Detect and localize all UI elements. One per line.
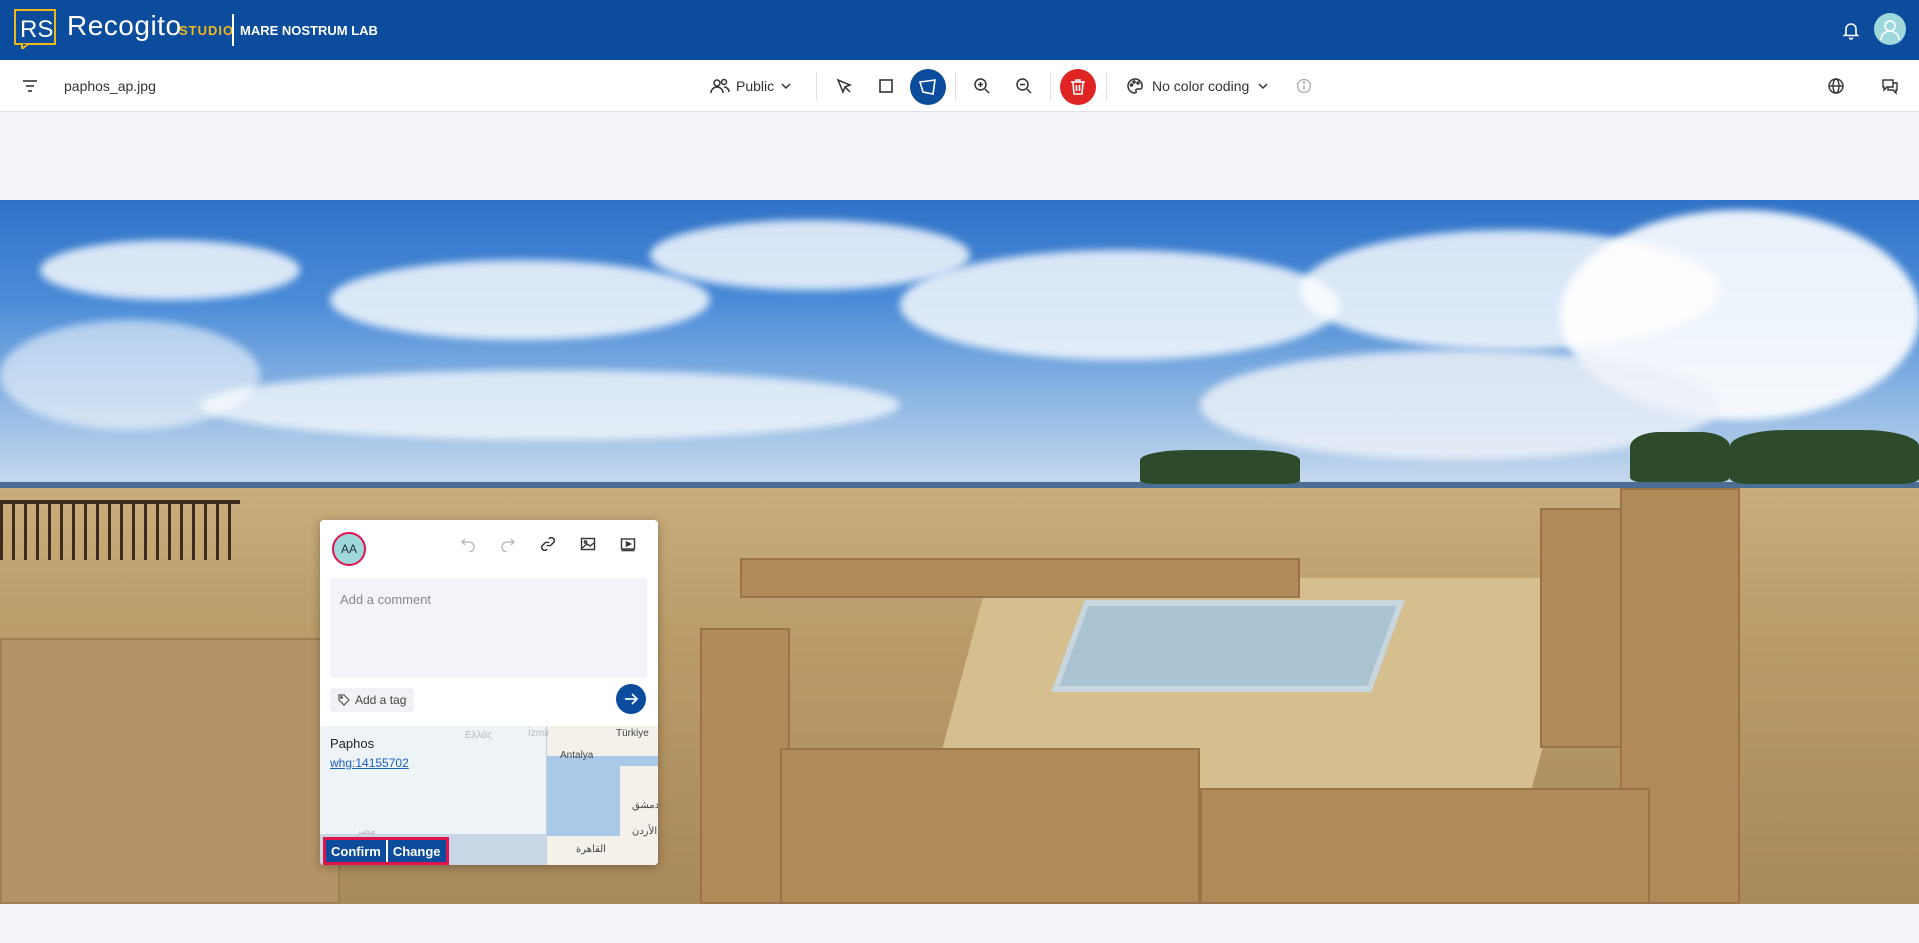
- toolbar-divider: [955, 72, 956, 100]
- add-tag-button[interactable]: Add a tag: [330, 688, 415, 712]
- image-canvas[interactable]: [0, 200, 1919, 904]
- place-gazetteer-link[interactable]: whg:14155702: [330, 756, 409, 770]
- zoom-out-icon[interactable]: [1012, 74, 1036, 98]
- pointer-icon[interactable]: [832, 74, 856, 98]
- info-icon[interactable]: [1292, 74, 1316, 98]
- user-avatar-icon[interactable]: [1874, 13, 1906, 45]
- brand-studio: STUDIO: [179, 23, 235, 38]
- annotator-avatar: AA: [332, 532, 366, 566]
- wooden-bridge: [0, 500, 240, 560]
- marble-pool: [1051, 600, 1405, 692]
- chevron-down-icon: [1257, 82, 1269, 90]
- media-icon[interactable]: [618, 534, 638, 554]
- chat-icon[interactable]: [1878, 74, 1902, 98]
- comment-input[interactable]: Add a comment: [330, 578, 647, 678]
- polygon-tool-button[interactable]: [910, 69, 946, 105]
- trash-icon: [1070, 78, 1086, 96]
- visibility-label: Public: [736, 78, 775, 94]
- logo-letters: RS: [20, 16, 53, 43]
- users-icon: [710, 77, 730, 95]
- chevron-down-icon: [780, 82, 792, 90]
- visibility-dropdown[interactable]: Public: [710, 72, 792, 100]
- brand-name: Recogito: [67, 10, 182, 41]
- link-icon[interactable]: [538, 534, 558, 554]
- color-coding-dropdown[interactable]: No color coding: [1126, 72, 1269, 100]
- image-icon[interactable]: [578, 534, 598, 554]
- map-label-jordan: الأردن: [632, 826, 658, 837]
- map-label-turkey: Türkiye: [616, 728, 649, 739]
- ruins-ground: [0, 488, 1919, 904]
- delete-button[interactable]: [1060, 69, 1096, 105]
- redo-icon[interactable]: [498, 534, 518, 554]
- bell-icon[interactable]: [1841, 20, 1861, 40]
- globe-icon[interactable]: [1824, 74, 1848, 98]
- arrow-right-icon: [623, 692, 639, 706]
- map-label-cairo: القاهرة: [576, 844, 606, 855]
- palette-icon: [1126, 77, 1144, 95]
- color-coding-label: No color coding: [1152, 78, 1250, 94]
- confirm-button[interactable]: Confirm: [326, 840, 386, 862]
- place-tag-card: Ελλάς İzmir Türkiye Antalya دمشق القاهرة…: [320, 726, 658, 865]
- place-action-buttons: Confirm Change: [323, 837, 449, 865]
- zoom-in-icon[interactable]: [970, 74, 994, 98]
- document-toolbar: paphos_ap.jpg Public No color coding: [0, 60, 1919, 112]
- recogito-logo[interactable]: RS: [14, 9, 58, 49]
- map-label-izmir: İzmir: [528, 728, 550, 739]
- brand-divider: [232, 14, 234, 46]
- annotation-popup: AA Add a comment Add a tag Ελλάς İzmir T…: [320, 520, 658, 865]
- map-label-egypt: مصر: [356, 826, 376, 837]
- tag-icon: [338, 694, 350, 706]
- app-header: RS Recogito STUDIO MARE NOSTRUM LAB: [0, 0, 1919, 60]
- undo-icon[interactable]: [458, 534, 478, 554]
- toolbar-divider: [1050, 72, 1051, 100]
- map-label-damascus: دمشق: [632, 800, 658, 811]
- place-name: Paphos: [330, 736, 375, 751]
- add-tag-label: Add a tag: [355, 693, 407, 707]
- map-label-antalya: Antalya: [560, 750, 594, 761]
- project-name[interactable]: MARE NOSTRUM LAB: [240, 23, 378, 38]
- map-label-greece: Ελλάς: [465, 730, 493, 741]
- send-comment-button[interactable]: [616, 684, 646, 714]
- document-filename: paphos_ap.jpg: [64, 78, 156, 94]
- filter-icon[interactable]: [18, 74, 42, 98]
- change-button[interactable]: Change: [385, 840, 446, 862]
- rectangle-icon[interactable]: [874, 74, 898, 98]
- toolbar-divider: [1106, 72, 1107, 100]
- polygon-icon: [918, 78, 938, 96]
- toolbar-divider: [816, 72, 817, 100]
